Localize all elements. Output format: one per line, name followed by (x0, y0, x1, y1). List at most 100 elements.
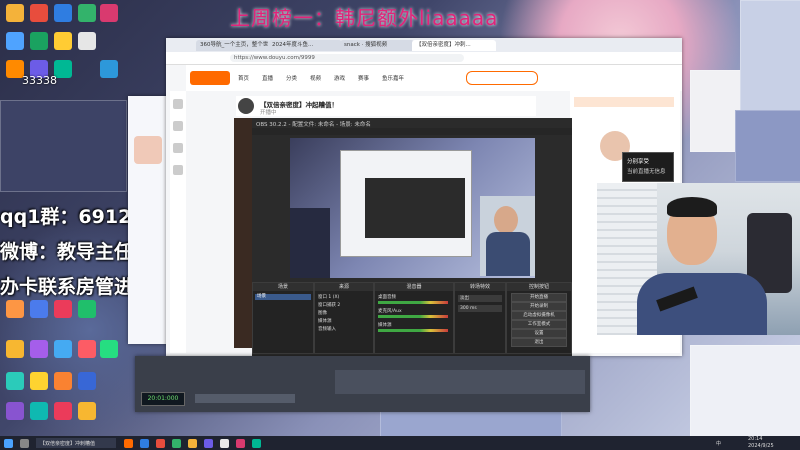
taskbar-app-icon[interactable] (204, 439, 213, 448)
source-item[interactable]: 窗口捕获 2 (318, 302, 340, 308)
desktop-app-icon[interactable] (54, 300, 72, 318)
obs-title: OBS 30.2.2 - 配置文件: 未命名 - 场景: 未命名 (256, 122, 371, 128)
search-icon[interactable] (20, 439, 29, 448)
clock-date[interactable]: 2024/9/25 (748, 443, 774, 449)
desktop-app-icon[interactable] (30, 402, 48, 420)
desktop-app-icon[interactable] (78, 340, 96, 358)
wallpaper-poster (0, 100, 127, 192)
effect-icons-row[interactable] (335, 370, 585, 394)
nav-item[interactable]: 鱼乐嘉年 (382, 74, 404, 82)
nav-item[interactable]: 游戏 (334, 74, 345, 82)
desktop-app-icon[interactable] (6, 402, 24, 420)
start-streaming-button[interactable]: 开始直播 (511, 293, 567, 302)
nav-item[interactable]: 赛事 (358, 74, 369, 82)
desktop-app-icon[interactable] (6, 340, 24, 358)
taskbar-app-icon[interactable] (172, 439, 181, 448)
browser-tab[interactable]: 360导航_一个主页，整个世界 (196, 40, 270, 51)
desktop-app-icon[interactable] (54, 4, 72, 22)
desktop-app-icon[interactable] (78, 4, 96, 22)
address-bar-row: https://www.douyu.com/9999 (166, 52, 682, 65)
nav-item[interactable]: 直播 (262, 74, 273, 82)
desktop-app-icon[interactable] (78, 32, 96, 50)
stream-info-bar: 【双倍亲密度】冲起糟值！ 开播中 (236, 96, 536, 116)
gift-popup-line2: 当前直播无信息 (627, 169, 666, 175)
nav-rail-icon[interactable] (173, 99, 183, 109)
browser-tab[interactable]: 2024年度斗鱼... (268, 40, 342, 51)
nav-rail-icon[interactable] (173, 165, 183, 175)
desktop-app-icon[interactable] (6, 32, 24, 50)
desktop-app-icon[interactable] (30, 4, 48, 22)
transition-select[interactable]: 淡出 (458, 295, 502, 302)
transport-buttons[interactable] (195, 394, 295, 403)
nav-item[interactable]: 视频 (310, 74, 321, 82)
desktop-app-icon[interactable] (6, 4, 24, 22)
source-item[interactable]: 音频输入 (318, 326, 336, 332)
source-item[interactable]: 媒体源 (318, 318, 332, 324)
desktop-app-icon[interactable] (54, 402, 72, 420)
webcam-hair (667, 197, 717, 217)
stream-status: 开播中 (260, 110, 277, 116)
taskbar-app-label: 【双倍亲密度】冲刺糟值 (40, 441, 96, 447)
sources-dock-title: 来源 (315, 283, 373, 291)
webcam-feed (597, 183, 800, 335)
search-input[interactable] (466, 71, 538, 85)
time-display: 20:01:000 (141, 392, 185, 406)
overlay-number: 33338 (22, 74, 57, 87)
start-icon[interactable] (4, 439, 13, 448)
nav-item[interactable]: 首页 (238, 74, 249, 82)
desktop-app-icon[interactable] (6, 300, 24, 318)
mixer-channel-label: 麦克风/Aux (378, 309, 402, 314)
taskbar-app-icon[interactable] (252, 439, 261, 448)
scene-item[interactable]: 场景 (255, 294, 311, 300)
nav-item[interactable]: 分类 (286, 74, 297, 82)
sources-dock: 来源 窗口 1 (X) 窗口捕获 2 图像 媒体源 音频输入 (314, 282, 374, 354)
studio-mode-button[interactable]: 工作室模式 (511, 320, 567, 329)
desktop-app-icon[interactable] (78, 372, 96, 390)
desktop-app-icon[interactable] (100, 60, 118, 78)
taskbar-active-app[interactable]: 【双倍亲密度】冲刺糟值 (36, 438, 116, 448)
browser-tab[interactable]: snack · 搜狐视频 (340, 40, 414, 51)
desktop-app-icon[interactable] (54, 32, 72, 50)
taskbar-app-icon[interactable] (220, 439, 229, 448)
rank-tabs[interactable] (574, 97, 674, 107)
desktop-app-icon[interactable] (54, 372, 72, 390)
desktop-app-icon[interactable] (30, 300, 48, 318)
desktop-app-icon[interactable] (30, 340, 48, 358)
taskbar-app-icon[interactable] (188, 439, 197, 448)
desktop-app-icon[interactable] (100, 340, 118, 358)
ime-indicator[interactable]: 中 (716, 440, 721, 447)
desktop-app-icon[interactable] (78, 402, 96, 420)
clock-time[interactable]: 20:14 (748, 436, 762, 442)
obs-window: OBS 30.2.2 - 配置文件: 未命名 - 场景: 未命名 场景 场景 来… (252, 118, 572, 356)
preview-webcam (480, 196, 535, 276)
browser-tab-active[interactable]: 【双倍亲密度】冲刺... (412, 40, 496, 51)
scenes-dock-title: 场景 (253, 283, 313, 291)
left-nav-rail (170, 91, 186, 353)
taskbar-app-icon[interactable] (124, 439, 133, 448)
transitions-dock: 转场特效 淡出 300 ms (454, 282, 506, 354)
taskbar-app-icon[interactable] (140, 439, 149, 448)
taskbar-app-icon[interactable] (236, 439, 245, 448)
exit-button[interactable]: 退出 (511, 338, 567, 347)
desktop-app-icon[interactable] (54, 340, 72, 358)
settings-button[interactable]: 设置 (511, 329, 567, 338)
desktop-app-icon[interactable] (78, 300, 96, 318)
gift-popup-line1: 分别享受 (627, 159, 650, 165)
transition-duration[interactable]: 300 ms (458, 305, 502, 312)
desktop-app-icon[interactable] (6, 372, 24, 390)
start-recording-button[interactable]: 开始录制 (511, 302, 567, 311)
source-item[interactable]: 窗口 1 (X) (318, 294, 339, 300)
desktop-app-icon[interactable] (30, 32, 48, 50)
weibo-overlay: 微博：教导主任 (0, 241, 134, 263)
desktop-app-icon[interactable] (100, 4, 118, 22)
desktop-app-icon[interactable] (30, 372, 48, 390)
audio-meter (378, 329, 448, 332)
mixer-channel-label: 桌面音频 (378, 295, 396, 300)
source-item[interactable]: 图像 (318, 310, 327, 316)
nav-rail-icon[interactable] (173, 143, 183, 153)
virtual-camera-button[interactable]: 启动虚拟摄像机 (511, 311, 567, 320)
nav-rail-icon[interactable] (173, 121, 183, 131)
taskbar-app-icon[interactable] (156, 439, 165, 448)
obs-preview[interactable] (290, 138, 535, 278)
address-field[interactable]: https://www.douyu.com/9999 (230, 54, 464, 62)
